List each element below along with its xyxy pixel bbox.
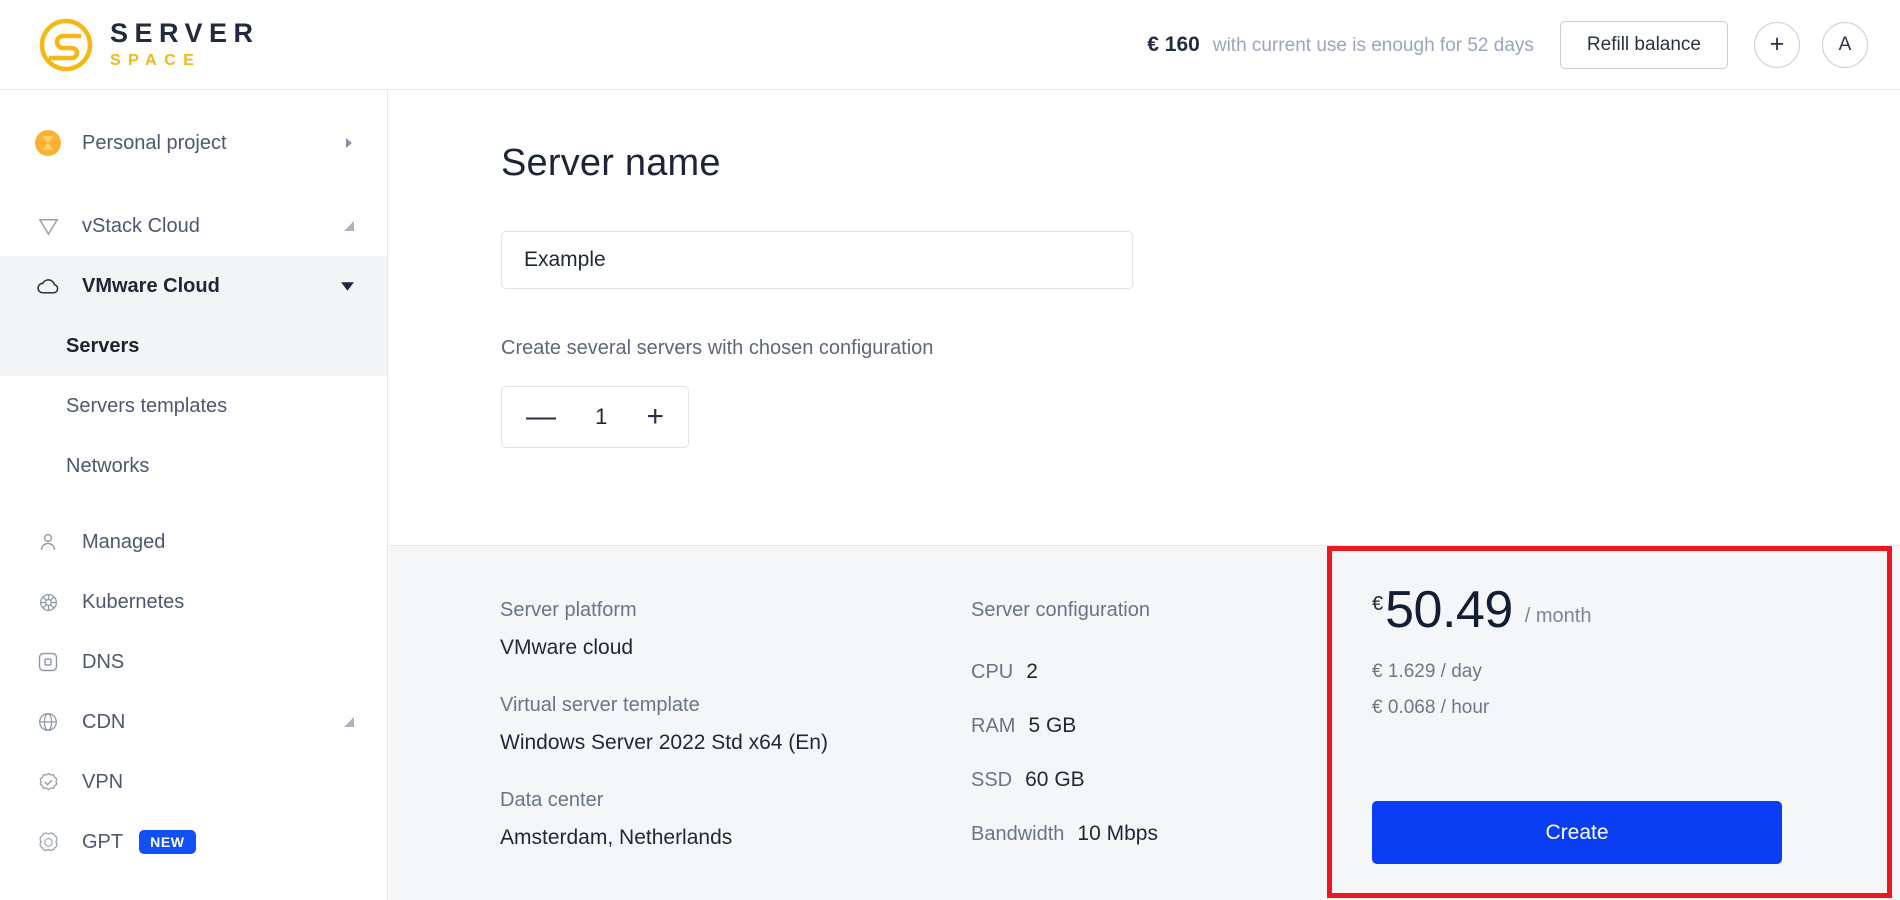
spec-key: CPU	[971, 661, 1014, 683]
logo-secondary-text: SPACE	[110, 52, 202, 69]
summary-label: Virtual server template	[500, 694, 700, 716]
balance-amount: € 160	[1147, 32, 1200, 56]
spec-key: Bandwidth	[971, 823, 1065, 845]
price-hourly: € 0.068 / hour	[1372, 697, 1490, 718]
sidebar-item-label: GPT	[82, 830, 124, 853]
increment-button[interactable]: +	[642, 402, 668, 432]
decrement-button[interactable]: —	[522, 402, 560, 432]
sidebar: Personal project vStack Cloud VMware Clo…	[0, 90, 388, 900]
currency-symbol: €	[1372, 593, 1384, 615]
logo-primary-text: SERVER	[110, 18, 260, 48]
server-name-input[interactable]	[501, 231, 1133, 289]
spec-key: RAM	[971, 715, 1016, 737]
summary-template: Virtual server template Windows Server 2…	[500, 694, 828, 755]
sidebar-item-label: Networks	[66, 454, 150, 477]
chevron-down-icon[interactable]	[340, 281, 355, 292]
spec-value: 2	[1026, 660, 1038, 683]
collapse-corner-icon[interactable]	[343, 716, 355, 728]
summary-value: Amsterdam, Netherlands	[500, 826, 733, 849]
summary-value: VMware cloud	[500, 636, 634, 659]
avatar[interactable]: A	[1822, 21, 1868, 68]
summary-configuration-label: Server configuration	[971, 599, 1150, 621]
sidebar-item-cdn[interactable]: CDN	[0, 692, 387, 752]
refill-balance-button[interactable]: Refill balance	[1559, 20, 1728, 69]
sidebar-item-vpn[interactable]: VPN	[0, 752, 387, 812]
sidebar-item-kubernetes[interactable]: Kubernetes	[0, 572, 387, 632]
summary-datacenter: Data center Amsterdam, Netherlands	[500, 789, 828, 850]
summary-platform: Server platform VMware cloud	[500, 599, 828, 660]
project-avatar-icon	[34, 129, 62, 157]
spec-cpu: CPU 2	[971, 660, 1158, 684]
kubernetes-helm-icon	[34, 588, 62, 616]
sidebar-item-vstack-cloud[interactable]: vStack Cloud	[0, 196, 387, 256]
sidebar-item-servers[interactable]: Servers	[0, 316, 387, 376]
summary-value: Windows Server 2022 Std x64 (En)	[500, 731, 828, 754]
server-create-form: Server name Create several servers with …	[389, 90, 1900, 448]
spec-bandwidth: Bandwidth 10 Mbps	[971, 822, 1158, 846]
shield-check-icon	[34, 768, 62, 796]
spec-value: 10 Mbps	[1077, 822, 1158, 845]
multi-server-label: Create several servers with chosen confi…	[501, 337, 934, 359]
sidebar-item-label: VMware Cloud	[82, 274, 220, 297]
sidebar-item-gpt[interactable]: GPT NEW	[0, 812, 387, 872]
brand-logo[interactable]: SERVER SPACE	[38, 17, 260, 73]
dns-square-icon	[34, 648, 62, 676]
cloud-icon	[34, 272, 62, 300]
sidebar-item-label: DNS	[82, 650, 125, 673]
collapse-corner-icon[interactable]	[343, 220, 355, 232]
summary-label: Server platform	[500, 599, 637, 621]
sidebar-item-vmware-cloud[interactable]: VMware Cloud	[0, 256, 387, 316]
sidebar-item-networks[interactable]: Networks	[0, 436, 387, 496]
price-daily: € 1.629 / day	[1372, 661, 1482, 682]
summary-column-right: Server configuration CPU 2 RAM 5 GB SSD …	[971, 599, 1158, 846]
sidebar-item-label: vStack Cloud	[82, 214, 200, 237]
balance-info: € 160 with current use is enough for 52 …	[1147, 33, 1534, 57]
price-monthly: € 50.49 / month	[1372, 584, 1887, 636]
serverspace-s-logo-icon	[38, 17, 94, 73]
balance-note: with current use is enough for 52 days	[1212, 34, 1534, 56]
globe-icon	[34, 708, 62, 736]
sidebar-item-label: Servers templates	[66, 394, 228, 417]
sidebar-item-servers-templates[interactable]: Servers templates	[0, 376, 387, 436]
status-badge: NEW	[139, 830, 196, 854]
top-header: SERVER SPACE € 160 with current use is e…	[0, 0, 1900, 90]
sidebar-item-personal-project[interactable]: Personal project	[0, 112, 387, 174]
user-icon	[34, 528, 62, 556]
create-button[interactable]: Create	[1372, 801, 1782, 864]
sidebar-item-label: Managed	[82, 530, 166, 553]
quantity-stepper: — 1 +	[501, 386, 689, 448]
price-period: / month	[1524, 605, 1592, 627]
summary-column-left: Server platform VMware cloud Virtual ser…	[500, 599, 828, 850]
sidebar-item-label: CDN	[82, 710, 126, 733]
header-actions: € 160 with current use is enough for 52 …	[1147, 20, 1868, 69]
spec-ssd: SSD 60 GB	[971, 768, 1158, 792]
spec-key: SSD	[971, 769, 1013, 791]
sidebar-item-dns[interactable]: DNS	[0, 632, 387, 692]
spec-ram: RAM 5 GB	[971, 714, 1158, 738]
sidebar-item-label: Personal project	[82, 131, 227, 154]
sidebar-item-managed[interactable]: Managed	[0, 512, 387, 572]
spec-value: 60 GB	[1025, 768, 1085, 791]
sidebar-item-label: VPN	[82, 770, 124, 793]
vstack-icon	[34, 212, 62, 240]
chevron-right-icon	[343, 137, 355, 149]
sidebar-item-label: Servers	[66, 334, 140, 357]
add-button[interactable]: +	[1754, 21, 1800, 68]
price-amount: 50.49	[1385, 581, 1513, 639]
spec-value: 5 GB	[1028, 714, 1077, 737]
summary-label: Data center	[500, 789, 604, 811]
app-root: SERVER SPACE € 160 with current use is e…	[0, 0, 1900, 900]
gpt-swirl-icon	[34, 828, 62, 856]
quantity-value: 1	[595, 404, 608, 429]
price-panel: € 50.49 / month € 1.629 / day € 0.068 / …	[1327, 546, 1892, 898]
sidebar-item-label: Kubernetes	[82, 590, 185, 613]
price-details: € 50.49 / month € 1.629 / day € 0.068 / …	[1332, 551, 1887, 719]
page-title: Server name	[501, 142, 721, 184]
